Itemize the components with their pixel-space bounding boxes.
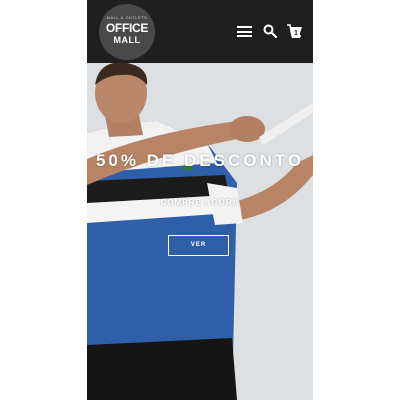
hamburger-menu-icon[interactable] — [237, 26, 252, 37]
ver-button[interactable]: VER — [168, 235, 229, 256]
logo-tagline: MALL & OUTLETS — [106, 15, 148, 20]
search-icon[interactable] — [263, 24, 277, 38]
hero-banner[interactable]: 50% DE DESCONTO COMPRE AGORA VER — [87, 63, 313, 400]
logo-mall-text: MALL — [113, 35, 141, 45]
logo-office-text: OFFICE — [105, 21, 149, 35]
discount-headline: 50% DE DESCONTO — [95, 151, 305, 170]
mobile-viewport: MALL & OUTLETS OFFICE MALL 1 50% DE DESC… — [87, 0, 313, 400]
cart-count-badge: 1 — [292, 29, 300, 38]
office-mall-logo[interactable]: MALL & OUTLETS OFFICE MALL — [99, 4, 155, 60]
buy-now-link[interactable]: COMPRE AGORA — [87, 198, 313, 207]
site-header: MALL & OUTLETS OFFICE MALL 1 — [87, 0, 313, 63]
tennis-player-image — [87, 63, 313, 400]
